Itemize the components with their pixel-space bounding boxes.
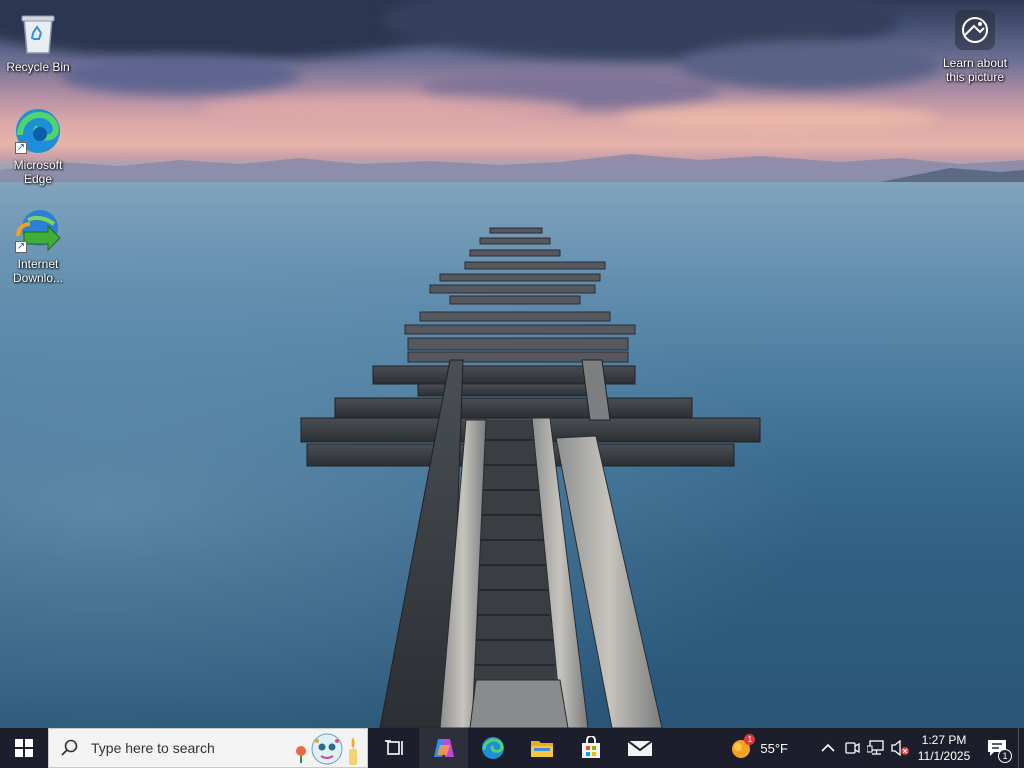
- clock-date: 11/1/2025: [917, 749, 971, 763]
- weather-sun-icon: 1: [730, 734, 756, 759]
- taskbar-clock[interactable]: 1:27 PM 11/1/2025: [912, 732, 976, 764]
- show-hidden-icons-button[interactable]: [816, 728, 840, 768]
- folder-icon: [530, 741, 553, 757]
- edge-icon: ↗: [13, 106, 63, 156]
- weather-temperature: 55°F: [760, 740, 788, 756]
- network-button[interactable]: [864, 728, 888, 768]
- weather-alert-badge: 1: [744, 734, 756, 745]
- task-view-icon: [384, 740, 403, 755]
- tray-meet-now-button[interactable]: [840, 728, 864, 768]
- windows-logo-icon: [15, 739, 33, 757]
- wooden-pier: [300, 227, 761, 728]
- desktop-icon-label: Internet Downlo...: [12, 257, 64, 285]
- show-desktop-button[interactable]: [1018, 728, 1024, 768]
- desktop-icon-recycle-bin[interactable]: Recycle Bin: [0, 8, 76, 74]
- microsoft-store-button[interactable]: [566, 728, 615, 768]
- task-view-button[interactable]: [370, 728, 419, 768]
- shortcut-arrow-icon: ↗: [15, 241, 27, 253]
- start-button[interactable]: [0, 728, 48, 768]
- clock-time: 1:27 PM: [921, 733, 967, 747]
- desktop-icon-internet-download-manager[interactable]: ↗ Internet Downlo...: [0, 205, 76, 285]
- camera-lens-icon: [962, 17, 988, 43]
- search-placeholder: Type here to search: [91, 740, 215, 756]
- taskbar: Type here to search 1 55°F 1:27 PM 11/1/…: [0, 728, 1024, 768]
- copilot-icon: [433, 739, 454, 757]
- recycle-bin-icon: [13, 8, 63, 58]
- desktop-icon-label: Microsoft Edge: [13, 158, 63, 186]
- speaker-muted-icon: [891, 740, 909, 756]
- desktop-icon-label: Recycle Bin: [6, 60, 70, 74]
- edge-icon: [481, 737, 504, 759]
- search-highlight-icon: [296, 733, 357, 765]
- notification-center-button[interactable]: 1: [976, 728, 1018, 768]
- learn-about-this-picture[interactable]: Learn about this picture: [934, 10, 1016, 84]
- weather-widget[interactable]: 1 55°F: [724, 728, 794, 768]
- mail-button[interactable]: [615, 728, 664, 768]
- internet-download-manager-icon: ↗: [13, 205, 63, 255]
- taskbar-edge-button[interactable]: [468, 728, 517, 768]
- search-icon: [61, 739, 78, 756]
- store-icon: [581, 736, 600, 758]
- chevron-up-icon: [821, 743, 835, 752]
- learn-about-label: Learn about this picture: [942, 56, 1008, 84]
- desktop-wallpaper: [0, 0, 1024, 728]
- file-explorer-button[interactable]: [517, 728, 566, 768]
- learn-about-picture-button[interactable]: [955, 10, 995, 50]
- shortcut-arrow-icon: ↗: [15, 142, 27, 154]
- copilot-button[interactable]: [419, 728, 468, 768]
- mail-icon: [626, 740, 653, 756]
- camera-icon: [845, 742, 860, 754]
- desktop-icon-microsoft-edge[interactable]: ↗ Microsoft Edge: [0, 106, 76, 186]
- volume-button[interactable]: [888, 728, 912, 768]
- network-icon: [867, 740, 884, 755]
- notification-count-badge: 1: [998, 749, 1012, 763]
- taskbar-search-box[interactable]: Type here to search: [48, 728, 368, 768]
